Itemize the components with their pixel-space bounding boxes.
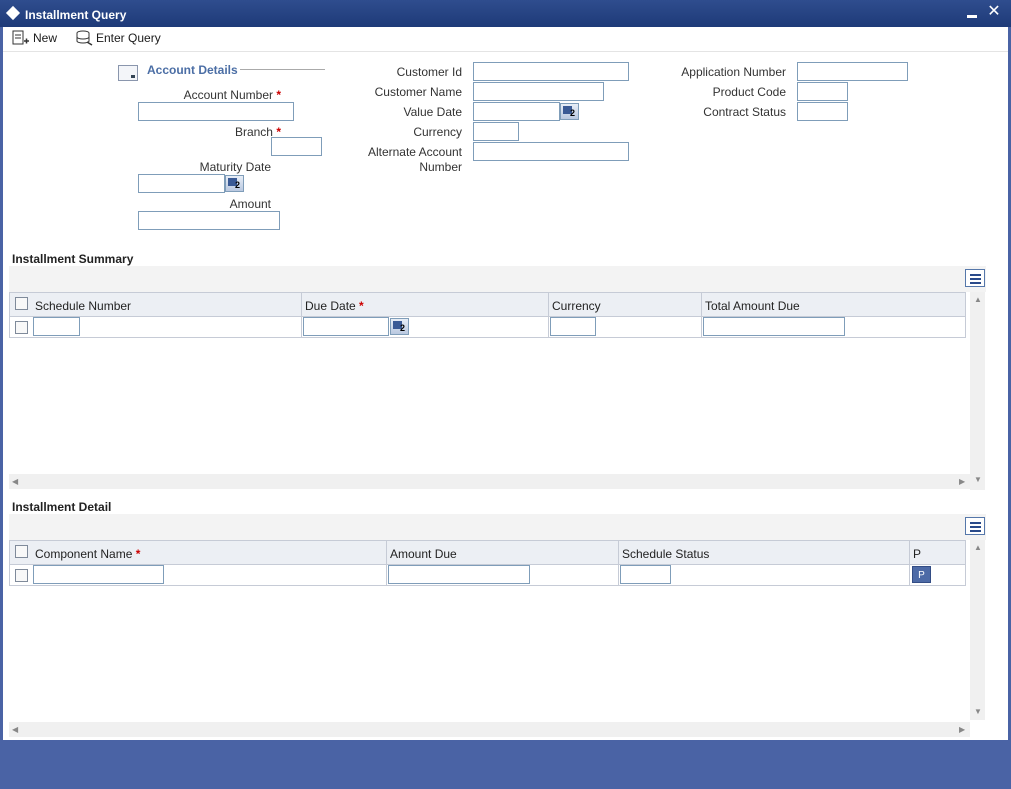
account-number-input[interactable]	[138, 102, 294, 121]
alternate-account-label: Alternate Account	[367, 145, 462, 159]
product-code-input[interactable]	[797, 82, 848, 101]
value-date-label: Value Date	[403, 105, 462, 119]
summary-grid-view-icon[interactable]	[965, 269, 985, 287]
p-button[interactable]: P	[912, 566, 931, 583]
account-details-legend: Account Details	[147, 63, 238, 77]
form-body: New Enter Query Account Details Account …	[3, 27, 1008, 740]
currency-label: Currency	[413, 125, 462, 139]
branch-input[interactable]	[271, 137, 322, 156]
installment-summary-grid: Schedule Number Due Date * Currency Tota…	[9, 292, 986, 492]
detail-select-all-checkbox[interactable]	[15, 545, 28, 558]
customer-name-input[interactable]	[473, 82, 604, 101]
application-number-label: Application Number	[681, 65, 786, 79]
installment-detail-grid: Component Name * Amount Due Schedule Sta…	[9, 540, 986, 720]
bottom-frame	[0, 740, 1011, 789]
detail-row: P	[9, 565, 966, 586]
customer-id-input[interactable]	[473, 62, 629, 81]
summary-select-all-checkbox[interactable]	[15, 297, 28, 310]
detail-vertical-scrollbar[interactable]: ▲ ▼	[970, 540, 985, 720]
title-bar: Installment Query ✕	[0, 0, 1011, 27]
summary-header-row: Schedule Number Due Date * Currency Tota…	[9, 292, 966, 317]
maturity-date-input[interactable]	[138, 174, 225, 193]
new-button[interactable]: New	[12, 29, 62, 47]
summary-col-currency[interactable]: Currency	[549, 293, 702, 317]
account-number-label: Account Number *	[183, 88, 281, 102]
summary-col-due-date[interactable]: Due Date *	[302, 293, 549, 317]
toolbar: New Enter Query	[3, 27, 1008, 51]
account-details-icon	[118, 65, 138, 81]
contract-status-input[interactable]	[797, 102, 848, 121]
currency-input[interactable]	[473, 122, 519, 141]
maturity-date-label: Maturity Date	[199, 160, 271, 174]
customer-name-label: Customer Name	[374, 85, 462, 99]
summary-vertical-scrollbar[interactable]: ▲ ▼	[970, 292, 985, 490]
app-diamond-icon	[5, 5, 21, 21]
detail-horizontal-scrollbar[interactable]: ◀ ▶	[9, 722, 970, 737]
installment-detail-title: Installment Detail	[12, 500, 112, 514]
maturity-date-calendar-icon[interactable]: 2	[225, 175, 244, 192]
value-date-calendar-icon[interactable]: 2	[560, 103, 579, 120]
toolbar-divider	[3, 51, 1008, 52]
query-icon	[76, 30, 93, 46]
installment-summary-title: Installment Summary	[12, 252, 134, 266]
summary-row: 2	[9, 317, 966, 338]
detail-header-row: Component Name * Amount Due Schedule Sta…	[9, 540, 966, 565]
application-number-input[interactable]	[797, 62, 908, 81]
summary-col-schedule-number[interactable]: Schedule Number	[32, 293, 302, 317]
branch-label: Branch *	[234, 125, 281, 139]
close-icon[interactable]: ✕	[986, 3, 1002, 21]
installment-detail-toolbar	[9, 514, 986, 540]
alternate-account-label-line2: Number	[419, 160, 462, 174]
contract-status-label: Contract Status	[703, 105, 786, 119]
amount-input[interactable]	[138, 211, 280, 230]
minimize-icon[interactable]	[967, 15, 977, 18]
summary-horizontal-scrollbar[interactable]: ◀ ▶	[9, 474, 970, 489]
alternate-account-number-input[interactable]	[473, 142, 629, 161]
detail-col-amount-due[interactable]: Amount Due	[387, 541, 619, 565]
detail-col-p[interactable]: P	[910, 541, 966, 565]
summary-col-total-amount-due[interactable]: Total Amount Due	[702, 293, 966, 317]
total-amount-due-input[interactable]	[703, 317, 845, 336]
customer-id-label: Customer Id	[396, 65, 462, 79]
legend-rule	[240, 69, 325, 70]
enter-query-label: Enter Query	[96, 31, 161, 45]
amount-label: Amount	[229, 197, 271, 211]
installment-summary-toolbar	[9, 266, 986, 292]
new-button-label: New	[33, 31, 58, 45]
value-date-input[interactable]	[473, 102, 560, 121]
enter-query-button[interactable]: Enter Query	[75, 29, 165, 47]
product-code-label: Product Code	[712, 85, 786, 99]
detail-col-schedule-status[interactable]: Schedule Status	[619, 541, 910, 565]
detail-col-component-name[interactable]: Component Name *	[32, 541, 387, 565]
new-document-icon	[12, 30, 29, 45]
detail-grid-view-icon[interactable]	[965, 517, 985, 535]
window-title: Installment Query	[25, 8, 127, 22]
